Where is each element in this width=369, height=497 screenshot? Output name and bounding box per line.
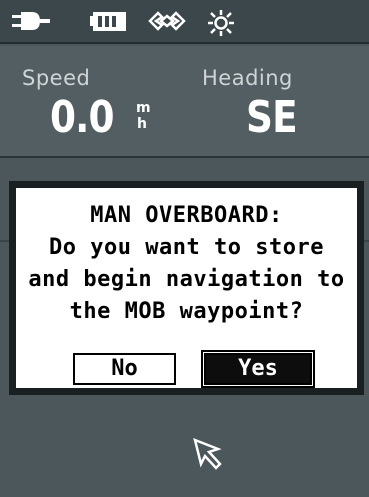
yes-button[interactable]: Yes — [201, 350, 315, 388]
divider-left — [0, 240, 9, 242]
dialog-line: Do you want to store — [49, 235, 324, 260]
data-fields: Speed 0.0 m h Heading SE — [0, 46, 369, 158]
dialog-line: the MOB waypoint? — [69, 299, 304, 324]
speed-unit: m h — [136, 100, 151, 132]
speed-unit-bottom: h — [137, 116, 147, 132]
speed-unit-top: m — [136, 100, 151, 116]
dialog-line-title: MAN OVERBOARD: — [90, 203, 283, 228]
pointer-cursor-icon — [193, 437, 222, 470]
speed-label: Speed — [22, 66, 91, 90]
man-overboard-dialog: MAN OVERBOARD: Do you want to store and … — [9, 181, 364, 395]
gps-screen: Speed 0.0 m h Heading SE MAN OVERBOARD: … — [0, 0, 369, 497]
dialog-line: and begin navigation to — [28, 267, 345, 292]
heading-value: SE — [246, 92, 298, 143]
backlight-sun-icon — [208, 10, 234, 36]
status-icon-bar — [0, 0, 369, 44]
dialog-body: MAN OVERBOARD: Do you want to store and … — [14, 186, 359, 390]
battery-icon — [90, 12, 126, 31]
satellite-signal-icon — [148, 11, 186, 31]
heading-label: Heading — [202, 66, 293, 90]
power-plug-icon — [12, 12, 50, 30]
dialog-message: MAN OVERBOARD: Do you want to store and … — [16, 200, 357, 328]
no-button[interactable]: No — [73, 353, 176, 385]
speed-value: 0.0 — [50, 92, 115, 143]
